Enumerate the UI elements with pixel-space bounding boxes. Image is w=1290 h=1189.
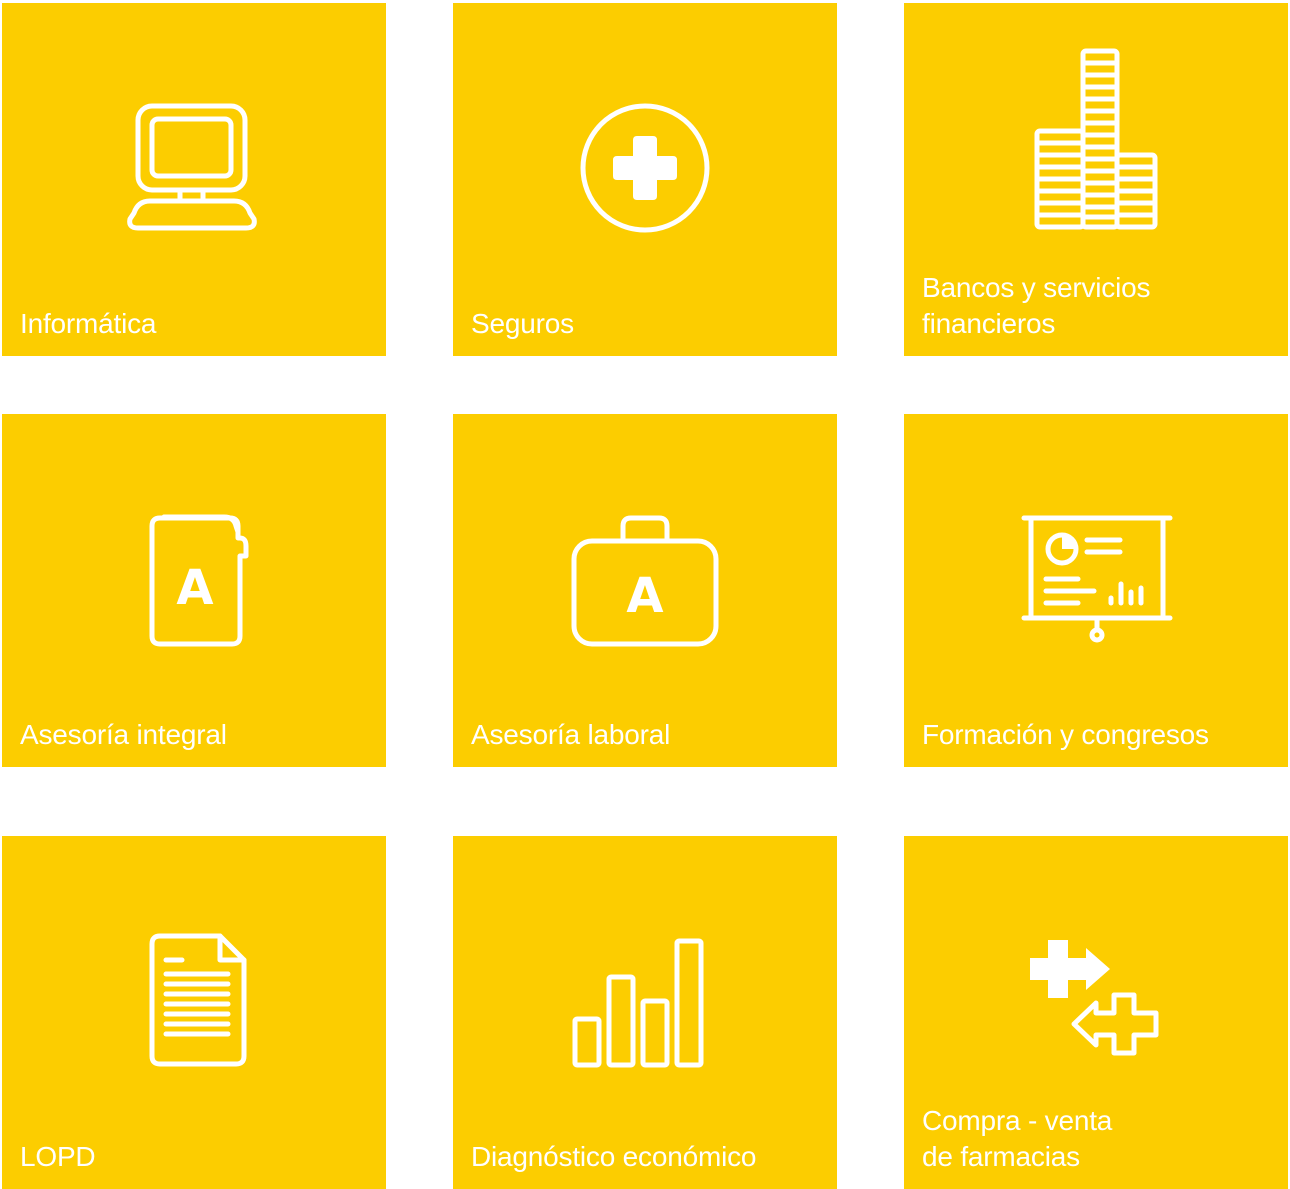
tile-seguros[interactable]: Seguros	[453, 3, 837, 356]
tile-asesoria-integral[interactable]: A Asesoría integral	[2, 414, 386, 767]
tile-label: LOPD	[20, 1141, 96, 1172]
exchange-cross-icon	[1030, 940, 1159, 1056]
tile-label: Asesoría integral	[20, 719, 227, 750]
computer-icon	[127, 103, 257, 231]
presentation-board-icon	[1021, 515, 1173, 643]
tile-lopd[interactable]: LOPD	[2, 836, 386, 1189]
coin-stacks-icon	[1034, 48, 1158, 230]
tile-compraventa[interactable]: Compra - venta de farmacias	[904, 836, 1288, 1189]
tile-label: Asesoría laboral	[471, 719, 671, 750]
medical-cross-icon	[580, 103, 710, 233]
tile-informatica[interactable]: Informática	[2, 3, 386, 356]
svg-text:A: A	[626, 568, 663, 624]
tile-label: Informática	[20, 308, 157, 339]
tile-bancos[interactable]: Bancos y servicios financieros	[904, 3, 1288, 356]
tile-label: Diagnóstico económico	[471, 1141, 757, 1172]
briefcase-a-icon: A	[571, 515, 719, 647]
tile-diagnostico[interactable]: Diagnóstico económico	[453, 836, 837, 1189]
bar-chart-icon	[572, 938, 704, 1068]
tile-label: Formación y congresos	[922, 719, 1209, 750]
tile-label: Seguros	[471, 308, 574, 339]
svg-text:A: A	[176, 560, 213, 616]
tile-label: Bancos y servicios financieros	[922, 272, 1151, 339]
folder-a-icon: A	[149, 514, 249, 647]
tile-asesoria-laboral[interactable]: A Asesoría laboral	[453, 414, 837, 767]
tile-label: Compra - venta de farmacias	[922, 1105, 1113, 1172]
tile-formacion[interactable]: Formación y congresos	[904, 414, 1288, 767]
document-icon	[149, 933, 247, 1067]
